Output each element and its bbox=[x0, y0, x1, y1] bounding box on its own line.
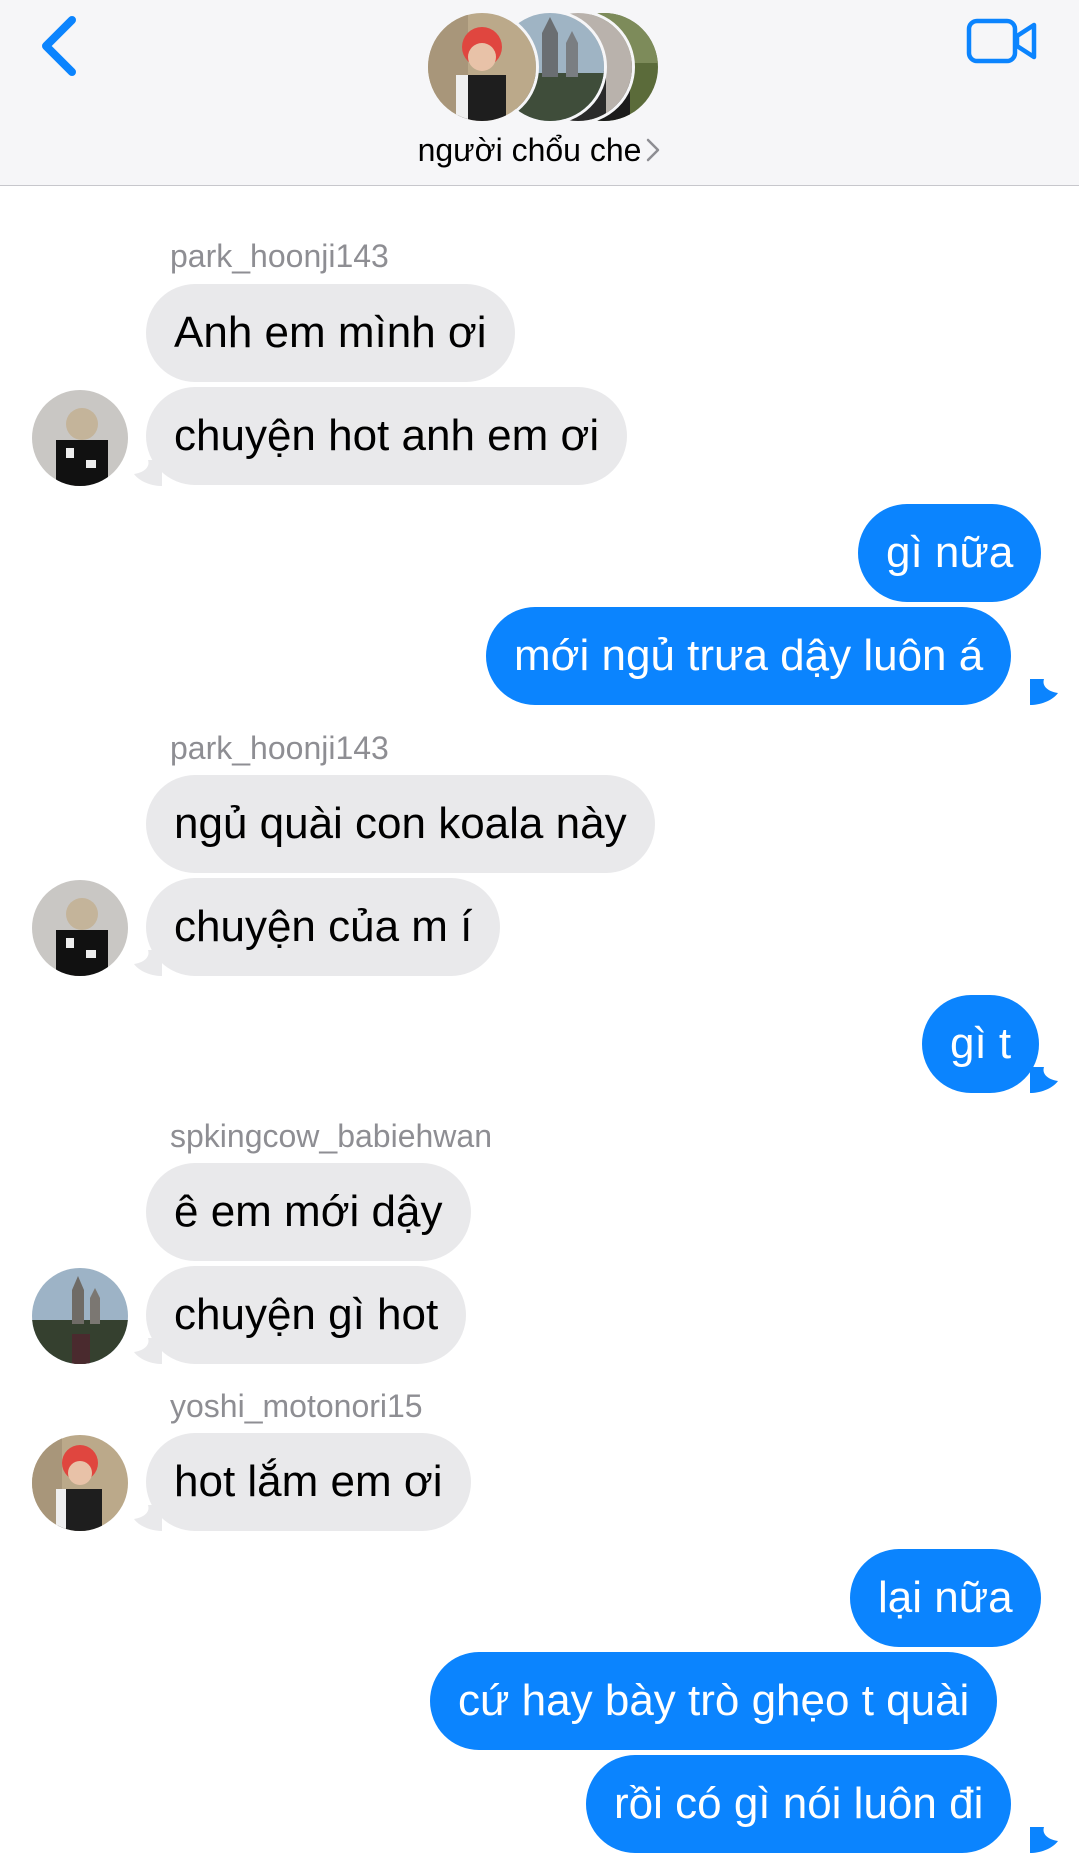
avatar-park-hoonji143[interactable] bbox=[32, 390, 128, 486]
bubble-tail bbox=[1030, 1067, 1058, 1093]
message-bubble-incoming[interactable]: Anh em mình ơi bbox=[146, 284, 515, 382]
bubble-tail bbox=[134, 1338, 162, 1364]
message-bubble-outgoing[interactable]: lại nữa bbox=[850, 1549, 1041, 1647]
chevron-right-icon bbox=[647, 138, 660, 161]
bubble-tail bbox=[1030, 679, 1058, 705]
message-bubble-outgoing[interactable]: cứ hay bày trò ghẹo t quài bbox=[430, 1652, 998, 1750]
back-button[interactable] bbox=[38, 12, 88, 82]
chevron-left-icon bbox=[42, 16, 76, 76]
avatar-yoshi-motonori15[interactable] bbox=[32, 1435, 128, 1531]
sender-name: spkingcow_babiehwan bbox=[170, 1118, 492, 1154]
group-title[interactable]: người chổu che bbox=[0, 132, 1079, 169]
avatar-park-hoonji143[interactable] bbox=[32, 880, 128, 976]
message-bubble-incoming[interactable]: chuyện gì hot bbox=[146, 1266, 467, 1364]
group-name: người chổu che bbox=[417, 132, 642, 168]
avatar-spkingcow-babiehwan[interactable] bbox=[32, 1268, 128, 1364]
sender-name: park_hoonji143 bbox=[170, 730, 389, 766]
message-bubble-incoming[interactable]: ê em mới dậy bbox=[146, 1163, 471, 1261]
group-member-avatar bbox=[425, 10, 539, 124]
message-bubble-outgoing[interactable]: rồi có gì nói luôn đi bbox=[586, 1755, 1012, 1853]
message-bubble-incoming[interactable]: chuyện của m í bbox=[146, 878, 501, 976]
message-bubble-outgoing[interactable]: gì t bbox=[922, 995, 1040, 1093]
video-call-button[interactable] bbox=[966, 16, 1038, 66]
conversation-header: người chổu che bbox=[0, 0, 1079, 186]
bubble-tail bbox=[134, 1505, 162, 1531]
sender-name: park_hoonji143 bbox=[170, 238, 389, 274]
message-bubble-incoming[interactable]: chuyện hot anh em ơi bbox=[146, 387, 628, 485]
message-bubble-outgoing[interactable]: mới ngủ trưa dậy luôn á bbox=[486, 607, 1012, 705]
message-bubble-incoming[interactable]: hot lắm em ơi bbox=[146, 1433, 471, 1531]
bubble-tail bbox=[1030, 1827, 1058, 1853]
message-bubble-outgoing[interactable]: gì nữa bbox=[858, 504, 1042, 602]
video-camera-icon bbox=[966, 18, 1037, 64]
bubble-tail bbox=[134, 950, 162, 976]
sender-name: yoshi_motonori15 bbox=[170, 1388, 423, 1424]
bubble-tail bbox=[134, 460, 162, 486]
message-bubble-incoming[interactable]: ngủ quài con koala này bbox=[146, 775, 655, 873]
group-avatar-stack[interactable] bbox=[425, 10, 661, 124]
